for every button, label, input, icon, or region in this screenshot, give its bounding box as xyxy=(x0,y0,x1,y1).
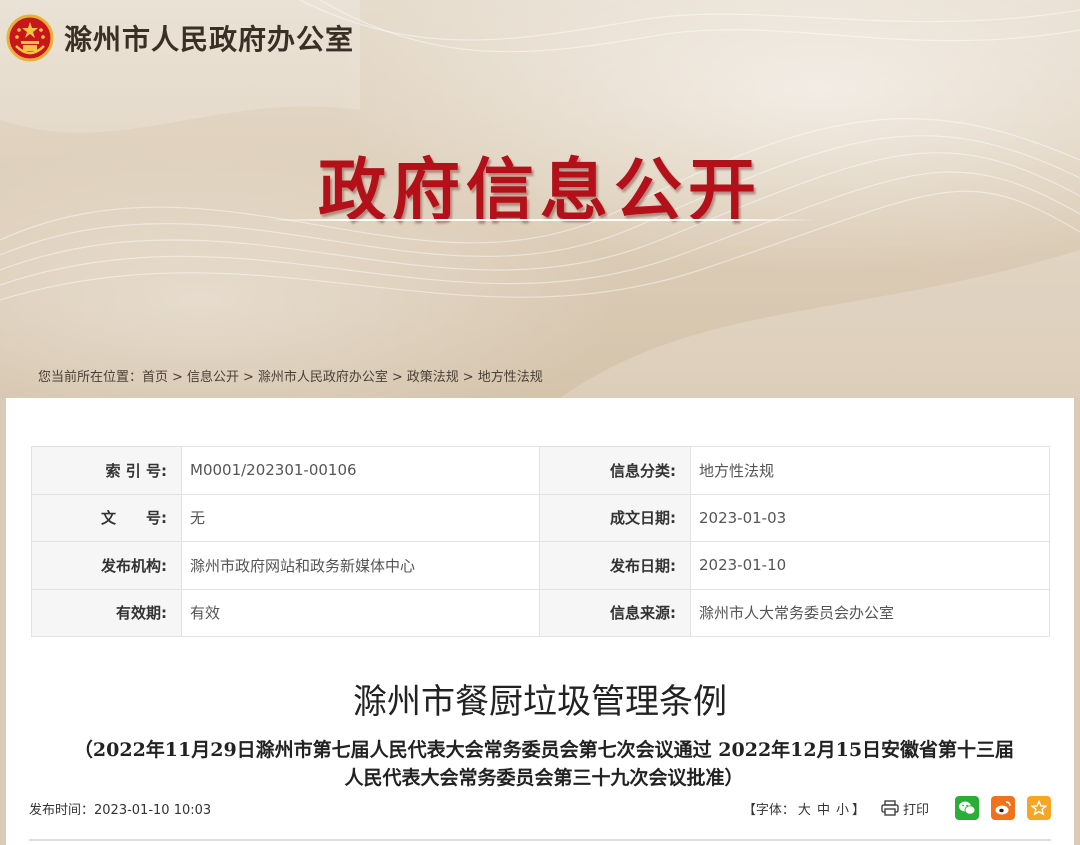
publisher-label: 发布机构: xyxy=(31,541,182,590)
info-category-value: 地方性法规 xyxy=(690,446,1050,495)
table-row: 文 号: 无 成文日期: 2023-01-03 xyxy=(31,493,1050,542)
table-row: 发布机构: 滁州市政府网站和政务新媒体中心 发布日期: 2023-01-10 xyxy=(31,541,1050,590)
font-size-medium-button[interactable]: 中 xyxy=(817,803,830,818)
info-source-value: 滁州市人大常务委员会办公室 xyxy=(690,588,1050,637)
font-size-open: 【字体： xyxy=(742,802,795,818)
doc-number-label: 文 号: xyxy=(31,493,182,542)
favorite-button[interactable] xyxy=(1027,796,1051,820)
wechat-icon xyxy=(959,801,976,815)
share-wechat-button[interactable] xyxy=(955,796,979,820)
publish-date-label: 发布日期: xyxy=(539,541,691,590)
site-name: 滁州市人民政府办公室 xyxy=(64,23,355,56)
banner-underline xyxy=(264,219,816,221)
table-row: 有效期: 有效 信息来源: 滁州市人大常务委员会办公室 xyxy=(31,588,1050,637)
font-size-large-button[interactable]: 大 xyxy=(798,803,811,818)
article-toolbar: 发布时间：2023-01-10 10:03 【字体：大中小】 打印 xyxy=(29,796,1051,820)
breadcrumb-separator: > xyxy=(462,370,474,385)
breadcrumb-item-local-regulations[interactable]: 地方性法规 xyxy=(478,370,543,385)
breadcrumb-prefix: 您当前所在位置： xyxy=(38,370,143,385)
document-subtitle-line: 人民代表大会常务委员会第三十九次会议批准） xyxy=(344,767,744,789)
tool-group: 【字体：大中小】 打印 xyxy=(743,796,1051,820)
index-number-label: 索 引 号: xyxy=(31,446,182,495)
breadcrumb-item-info-public[interactable]: 信息公开 xyxy=(187,370,239,385)
content-divider xyxy=(29,839,1051,841)
breadcrumb-separator: > xyxy=(242,370,254,385)
breadcrumb-item-office[interactable]: 滁州市人民政府办公室 xyxy=(258,370,388,385)
star-icon xyxy=(1031,800,1047,816)
written-date-label: 成文日期: xyxy=(539,493,691,542)
document-title: 滁州市餐厨垃圾管理条例 xyxy=(353,682,727,722)
breadcrumb-item-home[interactable]: 首页 xyxy=(142,370,168,385)
breadcrumb-item-policy[interactable]: 政策法规 xyxy=(407,370,459,385)
written-date-value: 2023-01-03 xyxy=(690,493,1050,542)
info-category-label: 信息分类: xyxy=(539,446,691,495)
font-size-small-button[interactable]: 小 xyxy=(836,803,849,818)
breadcrumb: 您当前所在位置：首页 > 信息公开 > 滁州市人民政府办公室 > 政策法规 > 地方性法规 xyxy=(38,366,543,385)
font-size-close: 】 xyxy=(851,802,865,818)
weibo-icon xyxy=(995,801,1011,815)
doc-number-value: 无 xyxy=(181,493,540,542)
font-size-control: 【字体：大中小】 xyxy=(743,799,865,818)
printer-icon xyxy=(881,800,899,816)
site-header: 滁州市人民政府办公室 xyxy=(6,12,354,64)
breadcrumb-separator: > xyxy=(391,370,403,385)
publisher-value: 滁州市政府网站和政务新媒体中心 xyxy=(181,541,540,590)
share-weibo-button[interactable] xyxy=(991,796,1015,820)
print-button[interactable]: 打印 xyxy=(881,799,929,818)
validity-value: 有效 xyxy=(181,588,540,637)
document-subtitle: （2022年11月29日滁州市第七届人民代表大会常务委员会第七次会议通过 202… xyxy=(34,736,1054,792)
publish-time: 发布时间：2023-01-10 10:03 xyxy=(29,799,211,818)
publish-date-value: 2023-01-10 xyxy=(690,541,1050,590)
info-source-label: 信息来源: xyxy=(539,588,691,637)
print-label: 打印 xyxy=(902,802,929,818)
index-number-value: M0001/202301-00106 xyxy=(181,446,540,495)
content-card: 索 引 号: M0001/202301-00106 信息分类: 地方性法规 文 … xyxy=(6,398,1074,845)
publish-time-value: 2023-01-10 10:03 xyxy=(94,802,212,818)
validity-label: 有效期: xyxy=(31,588,182,637)
publish-time-label: 发布时间： xyxy=(29,802,95,818)
breadcrumb-separator: > xyxy=(172,370,183,385)
metadata-table: 索 引 号: M0001/202301-00106 信息分类: 地方性法规 文 … xyxy=(31,446,1050,637)
header-banner: 滁州市人民政府办公室 政府信息公开 您当前所在位置：首页 > 信息公开 > 滁州市人民政… xyxy=(0,0,1080,398)
document-subtitle-line: （2022年11月29日滁州市第七届人民代表大会常务委员会第七次会议通过 202… xyxy=(73,739,1015,761)
national-emblem-icon xyxy=(6,14,54,62)
table-row: 索 引 号: M0001/202301-00106 信息分类: 地方性法规 xyxy=(31,446,1050,495)
